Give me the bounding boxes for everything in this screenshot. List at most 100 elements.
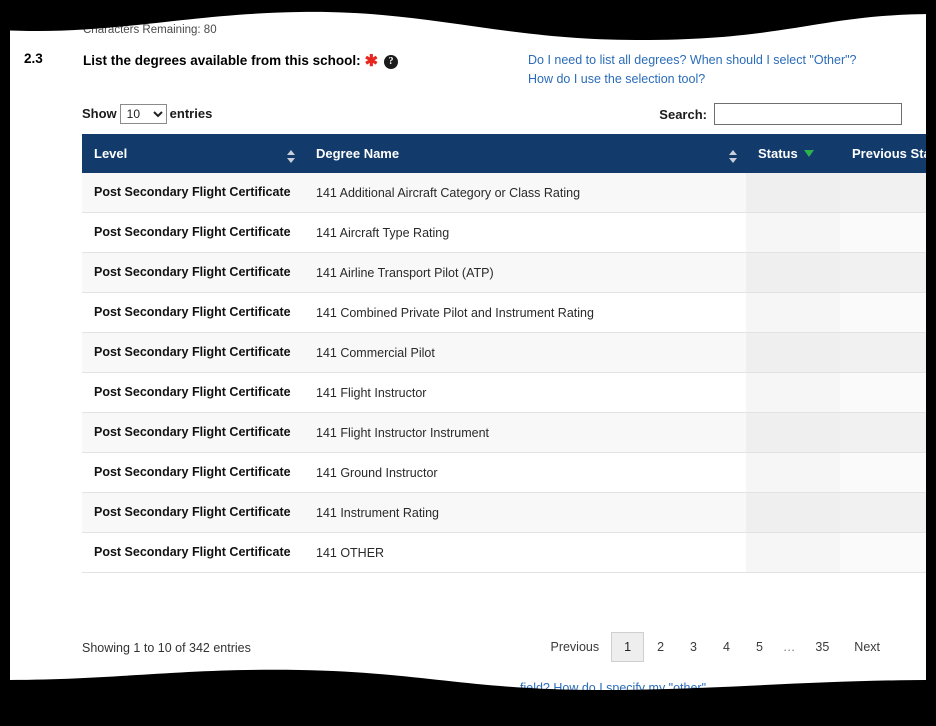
cell-level: Post Secondary Flight Certificate <box>82 252 304 293</box>
cell-degree-name: 141 Flight Instructor <box>304 372 746 413</box>
column-header-status[interactable]: Status <box>746 134 840 173</box>
pagination-next[interactable]: Next <box>842 632 892 662</box>
right-black-border <box>926 0 936 726</box>
page-length-control: Show 10 25 50 100 entries <box>82 104 212 124</box>
required-asterisk-icon: ✱ <box>364 53 378 70</box>
sort-ascending-icon <box>729 150 737 155</box>
table-row[interactable]: Post Secondary Flight Certificate 141 Gro… <box>82 452 926 493</box>
cell-status <box>746 412 840 453</box>
cell-degree-name: 141 Airline Transport Pilot (ATP) <box>304 252 746 293</box>
cell-previous-status <box>840 292 926 333</box>
cell-degree-name: 141 Ground Instructor <box>304 452 746 493</box>
cell-previous-status <box>840 452 926 493</box>
text-field-underline <box>142 8 254 10</box>
cell-level: Post Secondary Flight Certificate <box>82 532 304 573</box>
cell-level: Post Secondary Flight Certificate <box>82 173 304 213</box>
table-row[interactable]: Post Secondary Flight Certificate 141 Ins… <box>82 492 926 533</box>
pagination-page-1[interactable]: 1 <box>611 632 645 662</box>
table-row[interactable]: Post Secondary Flight Certificate 141 Com… <box>82 292 926 333</box>
cell-status <box>746 332 840 373</box>
filter-caret-down-icon[interactable] <box>803 150 814 157</box>
table-row[interactable]: Post Secondary Flight Certificate 141 OTH… <box>82 532 926 573</box>
column-header-previous-status[interactable]: Previous Status <box>840 134 926 173</box>
pagination-controls: Previous 1 2 3 4 5 … 35 Next <box>538 632 892 662</box>
table-row[interactable]: Post Secondary Flight Certificate 141 Fli… <box>82 372 926 413</box>
pagination-page-4[interactable]: 4 <box>710 632 743 662</box>
cell-status <box>746 532 840 573</box>
help-circle-icon[interactable]: ? <box>383 55 398 69</box>
cell-degree-name: 141 Flight Instructor Instrument <box>304 412 746 453</box>
pagination-info: Showing 1 to 10 of 342 entries <box>82 641 251 655</box>
help-links: Do I need to list all degrees? When shou… <box>528 51 918 89</box>
search-label: Search: <box>659 106 707 122</box>
show-label: Show <box>82 106 117 121</box>
cell-previous-status <box>840 492 926 533</box>
column-header-level-label: Level <box>94 146 128 161</box>
help-link-selection-tool[interactable]: How do I use the selection tool? <box>528 70 918 89</box>
cell-previous-status <box>840 532 926 573</box>
form-content: Characters Remaining: 80 2.3 List the de… <box>10 0 926 726</box>
table-header-row: Level Degree Name Status Previous St <box>82 134 926 173</box>
help-link-list-degrees[interactable]: Do I need to list all degrees? When shou… <box>528 51 918 70</box>
sort-arrows-icon[interactable] <box>287 150 296 164</box>
pagination-page-2[interactable]: 2 <box>644 632 677 662</box>
cell-previous-status <box>840 173 926 213</box>
cell-level: Post Secondary Flight Certificate <box>82 212 304 253</box>
sort-ascending-icon <box>287 150 295 155</box>
column-header-level[interactable]: Level <box>82 134 304 173</box>
pagination-ellipsis: … <box>782 640 796 654</box>
question-label: List the degrees available from this sch… <box>83 51 398 71</box>
cell-degree-name: 141 Aircraft Type Rating <box>304 212 746 253</box>
cell-previous-status <box>840 212 926 253</box>
cell-level: Post Secondary Flight Certificate <box>82 492 304 533</box>
cell-degree-name: 141 Commercial Pilot <box>304 332 746 373</box>
pagination-previous[interactable]: Previous <box>538 632 611 662</box>
table-body: Post Secondary Flight Certificate 141 Add… <box>82 173 926 573</box>
cell-level: Post Secondary Flight Certificate <box>82 292 304 333</box>
sort-descending-icon <box>729 158 737 163</box>
question-number: 2.3 <box>24 51 43 66</box>
cell-status <box>746 492 840 533</box>
sort-arrows-icon[interactable] <box>729 150 738 164</box>
cell-degree-name: 141 Additional Aircraft Category or Clas… <box>304 173 746 213</box>
page-length-select[interactable]: 10 25 50 100 <box>119 104 167 124</box>
question-label-text: List the degrees available from this sch… <box>83 53 361 68</box>
cell-degree-name: 141 Instrument Rating <box>304 492 746 533</box>
degrees-table: Level Degree Name Status Previous St Pos… <box>82 134 926 573</box>
next-question-label-text: nd time necessary to complete each: <box>83 683 320 698</box>
table-row[interactable]: Post Secondary Flight Certificate 141 Add… <box>82 173 926 213</box>
help-circle-icon[interactable]: ? <box>342 685 357 699</box>
column-header-status-label: Status <box>758 146 798 161</box>
cell-status <box>746 292 840 333</box>
pagination-page-35[interactable]: 35 <box>802 632 842 662</box>
pagination-page-5[interactable]: 5 <box>743 632 776 662</box>
table-row[interactable]: Post Secondary Flight Certificate 141 Fli… <box>82 412 926 453</box>
column-header-degree-name[interactable]: Degree Name <box>304 134 746 173</box>
search-input[interactable] <box>714 103 902 125</box>
pagination-page-3[interactable]: 3 <box>677 632 710 662</box>
required-asterisk-icon: ✱ <box>323 683 337 700</box>
cell-degree-name: 141 Combined Private Pilot and Instrumen… <box>304 292 746 333</box>
search-control: Search: <box>659 103 902 125</box>
table-footer: Showing 1 to 10 of 342 entries Previous … <box>82 632 892 672</box>
column-header-degree-name-label: Degree Name <box>316 146 400 161</box>
table-row[interactable]: Post Secondary Flight Certificate 141 Com… <box>82 332 926 373</box>
cell-level: Post Secondary Flight Certificate <box>82 412 304 453</box>
cell-previous-status <box>840 332 926 373</box>
page-surface: Characters Remaining: 80 2.3 List the de… <box>10 0 926 726</box>
entries-label: entries <box>169 106 213 121</box>
cell-previous-status <box>840 412 926 453</box>
cell-status <box>746 372 840 413</box>
cell-degree-name: 141 OTHER <box>304 532 746 573</box>
cell-status <box>746 212 840 253</box>
degrees-table-wrapper: Level Degree Name Status Previous St Pos… <box>82 134 926 573</box>
cell-level: Post Secondary Flight Certificate <box>82 332 304 373</box>
next-question-help-link[interactable]: field? How do I specify my "other" <box>520 681 706 695</box>
table-row[interactable]: Post Secondary Flight Certificate 141 Air… <box>82 252 926 293</box>
cell-previous-status <box>840 372 926 413</box>
left-black-border <box>0 0 10 726</box>
cell-status <box>746 173 840 213</box>
sort-descending-icon <box>287 158 295 163</box>
table-row[interactable]: Post Secondary Flight Certificate 141 Air… <box>82 212 926 253</box>
column-header-previous-status-label: Previous Status <box>852 146 926 161</box>
